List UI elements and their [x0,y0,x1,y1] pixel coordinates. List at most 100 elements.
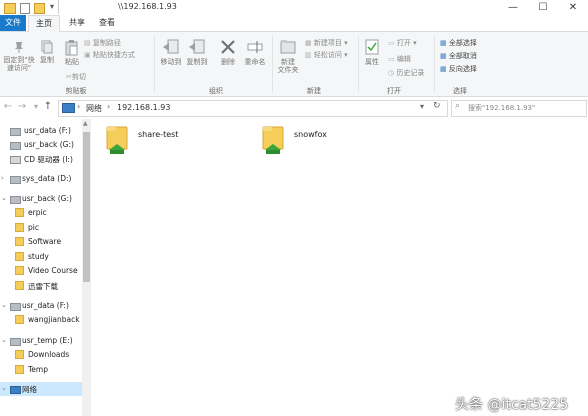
nav-item-wangjianback[interactable]: wangjianback [0,313,80,327]
nav-item-video-course[interactable]: Video Course [0,264,80,278]
nav-item-network[interactable]: ⌄ 网络 [0,382,82,396]
address-dropdown-icon[interactable]: ▾ [420,102,424,111]
search-placeholder: 搜索"192.168.1.93" [468,104,536,112]
invert-selection-button[interactable]: ▦ 反向选择 [440,64,477,74]
share-item[interactable]: share-test [104,124,224,160]
select-none-button[interactable]: ▦ 全部取消 [440,51,477,61]
delete-button[interactable]: 删除 [217,38,239,66]
move-to-icon [163,39,179,54]
quick-access-dropdown-icon[interactable]: ▾ [50,2,54,11]
easy-access-button[interactable]: ▥ 轻松访问 ▾ [305,50,348,60]
folder-icon [15,365,24,374]
close-button[interactable]: ✕ [558,0,588,15]
pin-icon [15,42,23,53]
ribbon-separator [272,36,273,92]
rename-button[interactable]: 重命名 [242,38,268,66]
share-item[interactable]: snowfox [260,124,380,160]
drive-icon [10,338,21,346]
nav-item-usr-temp-e[interactable]: ⌄ usr_temp (E:) [0,334,80,348]
nav-item-label: usr_back (G:) [24,140,74,149]
move-to-label: 移动到 [160,58,182,66]
new-folder-quick-icon[interactable] [34,3,45,14]
maximize-button[interactable]: ☐ [528,0,558,15]
back-arrow-icon[interactable]: ← [2,100,14,114]
cut-label: 剪切 [71,73,86,81]
properties-label: 属性 [365,58,379,66]
collapse-chevron-icon[interactable]: ⌄ [1,336,7,344]
organize-group-label: 组织 [209,87,223,95]
scroll-up-icon[interactable]: ▲ [83,120,88,127]
ribbon-separator [154,36,155,92]
nav-item-label: usr_back (G:) [22,194,72,203]
select-none-label: 全部取消 [448,52,477,60]
collapse-chevron-icon[interactable]: ⌄ [1,384,7,392]
edit-button[interactable]: ▭ 编辑 [388,54,411,64]
open-button[interactable]: ▭ 打开 ▾ [388,38,417,48]
cut-button[interactable]: ✂剪切 [66,72,86,82]
properties-quick-icon[interactable] [20,3,30,14]
nav-item-label: erpic [28,208,47,217]
new-item-button[interactable]: ▦ 新建项目 ▾ [305,38,348,48]
folder-icon [15,350,24,359]
copy-button[interactable]: 复制 [38,40,56,64]
breadcrumb-separator-icon[interactable]: › [107,102,110,111]
nav-item-software[interactable]: Software [0,235,80,249]
up-arrow-icon[interactable]: ↑ [42,100,54,114]
history-label: 历史记录 [396,69,425,77]
nav-item-erpic[interactable]: erpic [0,206,80,220]
select-all-button[interactable]: ▦ 全部选择 [440,38,477,48]
nav-item-label: Downloads [28,350,70,359]
new-folder-button[interactable]: 新建 文件夹 [274,38,302,74]
nav-item-usr-data-f[interactable]: usr_data (F:) [0,124,80,138]
properties-button[interactable]: 属性 [362,38,382,66]
pin-quick-access-button[interactable]: 固定到"快 速访问" [2,40,36,72]
paste-shortcut-button[interactable]: ▣ 粘贴快捷方式 [84,50,135,60]
forward-arrow-icon[interactable]: → [16,100,28,114]
breadcrumb-network[interactable]: 网络 [86,103,102,114]
nav-item-study[interactable]: study [0,250,80,264]
refresh-icon[interactable]: ↻ [433,101,441,111]
copy-to-button[interactable]: 复制到 [186,38,208,66]
nav-scrollbar-thumb[interactable] [83,132,90,282]
tab-view[interactable]: 查看 [92,15,122,31]
share-name: share-test [138,130,179,139]
tab-file[interactable]: 文件 [0,15,26,31]
copy-path-button[interactable]: ▤ 复制路径 [84,38,121,48]
nav-item-label: study [28,252,49,261]
nav-item-thunder-downloads[interactable]: 迅雷下载 [0,279,80,293]
ribbon-separator [434,36,435,92]
minimize-button[interactable]: — [498,0,528,15]
easy-access-icon: ▥ [305,51,312,59]
open-icon: ▭ [388,39,395,47]
nav-item-usr-data-f-network[interactable]: ⌄ usr_data (F:) [0,299,80,313]
collapse-chevron-icon[interactable]: ⌄ [1,194,7,202]
copy-path-icon: ▤ [84,39,91,47]
nav-item-pic[interactable]: pic [0,221,80,235]
nav-item-label: 网络 [22,385,37,394]
nav-item-usr-back-g-network[interactable]: ⌄ usr_back (G:) [0,192,80,206]
window-title: \\192.168.1.93 [118,2,177,11]
new-item-label: 新建项目 [313,39,342,47]
collapse-chevron-icon[interactable]: ⌄ [1,301,7,309]
recent-dropdown-icon[interactable]: ▾ [30,100,42,114]
tab-share[interactable]: 共享 [62,15,92,31]
history-button[interactable]: ◷ 历史记录 [388,68,424,78]
breadcrumb-separator-icon[interactable]: › [77,102,80,111]
breadcrumb-host[interactable]: 192.168.1.93 [117,103,170,112]
nav-item-usr-back-g[interactable]: usr_back (G:) [0,138,80,152]
folder-icon [4,3,16,14]
expand-chevron-icon[interactable]: › [1,174,4,182]
nav-item-downloads[interactable]: Downloads [0,348,80,362]
paste-button[interactable]: 粘贴 [62,40,82,66]
folder-icon [15,237,24,246]
nav-item-sys-data-d[interactable]: › sys_data (D:) [0,172,80,186]
nav-item-label: Temp [28,365,48,374]
shared-folder-icon [262,126,284,154]
move-to-button[interactable]: 移动到 [160,38,182,66]
select-none-icon: ▦ [440,52,447,60]
nav-item-cd-drive[interactable]: CD 驱动器 (I:) [0,152,80,166]
new-group-label: 新建 [307,87,321,95]
nav-item-temp[interactable]: Temp [0,363,80,377]
tab-home[interactable]: 主页 [28,15,60,32]
search-icon: ⌕ [455,101,461,111]
